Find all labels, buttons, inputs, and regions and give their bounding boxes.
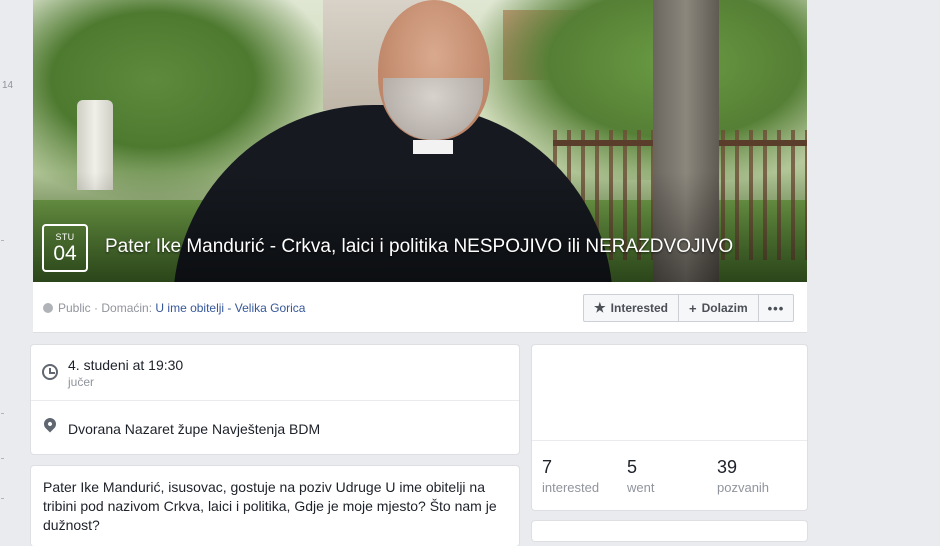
host-label: Domaćin:: [101, 301, 153, 315]
event-location[interactable]: Dvorana Nazaret župe Navještenja BDM: [68, 421, 320, 437]
event-time-row: 4. studeni at 19:30 jučer: [31, 345, 519, 401]
going-button[interactable]: + Dolazim: [679, 294, 759, 322]
rail-mark: [1, 240, 4, 241]
cover-shade: [33, 172, 807, 282]
stat-count: 5: [627, 457, 638, 477]
event-date-month: STU: [55, 232, 75, 242]
more-options-button[interactable]: •••: [758, 294, 795, 322]
going-label: Dolazim: [701, 301, 748, 315]
event-cover-photo[interactable]: STU 04 Pater Ike Mandurić - Crkva, laici…: [33, 0, 807, 282]
event-actions: ★ Interested + Dolazim •••: [583, 294, 795, 322]
stat-interested[interactable]: 7 interested: [542, 457, 599, 495]
event-details-card: 4. studeni at 19:30 jučer Dvorana Nazare…: [31, 345, 519, 454]
interested-label: Interested: [610, 301, 669, 315]
stat-went[interactable]: 5 went: [627, 457, 654, 495]
left-rail: 14: [0, 0, 30, 529]
event-stats-card: 7 interested 5 went 39 pozvanih: [532, 345, 807, 510]
location-pin-icon: [41, 415, 59, 433]
stat-count: 7: [542, 457, 553, 477]
event-location-row[interactable]: Dvorana Nazaret župe Navještenja BDM: [31, 400, 519, 454]
event-time-relative: jučer: [68, 375, 95, 389]
stat-label: pozvanih: [717, 480, 770, 495]
next-card: [532, 521, 807, 541]
star-icon: ★: [594, 300, 606, 315]
stat-label: went: [627, 480, 655, 495]
rail-mark: [1, 458, 4, 459]
rail-mark: [1, 498, 4, 499]
event-description: Pater Ike Mandurić, isusovac, gostuje na…: [43, 479, 497, 533]
divider: [532, 440, 807, 441]
event-description-card: Pater Ike Mandurić, isusovac, gostuje na…: [31, 466, 519, 546]
stat-count: 39: [717, 457, 738, 477]
event-meta-bar: Public · Domaćin: U ime obitelji - Velik…: [33, 282, 807, 333]
host-link[interactable]: U ime obitelji - Velika Gorica: [155, 301, 305, 315]
stat-invited[interactable]: 39 pozvanih: [717, 457, 769, 495]
event-meta: Public · Domaćin: U ime obitelji - Velik…: [43, 301, 305, 315]
event-date-day: 04: [53, 242, 77, 265]
clock-icon: [42, 364, 58, 380]
cover-person-collar: [413, 140, 453, 154]
rail-number: 14: [2, 80, 14, 91]
globe-icon: [43, 303, 53, 313]
event-title: Pater Ike Mandurić - Crkva, laici i poli…: [105, 236, 734, 257]
interested-button[interactable]: ★ Interested: [583, 294, 680, 322]
event-date-badge: STU 04: [42, 224, 88, 272]
privacy-label: Public: [58, 301, 91, 315]
event-time: 4. studeni at 19:30: [68, 357, 184, 373]
stat-label: interested: [542, 480, 600, 495]
plus-icon: +: [689, 300, 697, 316]
meta-separator: ·: [94, 301, 99, 315]
rail-mark: [1, 413, 4, 414]
